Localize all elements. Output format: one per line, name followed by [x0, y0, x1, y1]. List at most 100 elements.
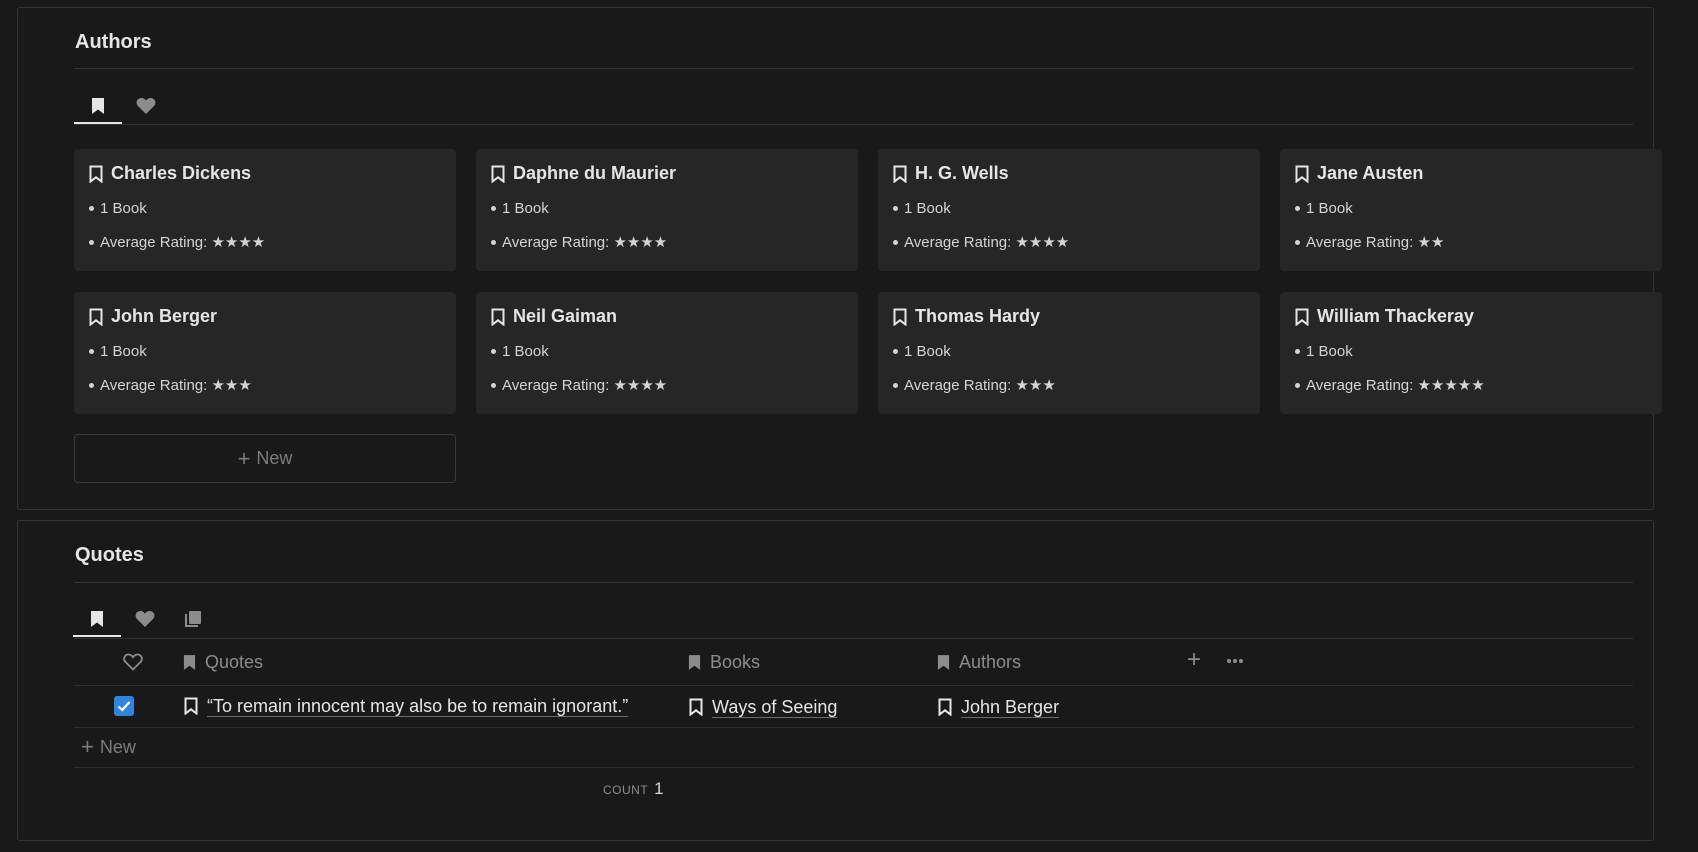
author-card-neil-gaiman[interactable]: Neil Gaiman 1 Book Average Rating: ★★★★ — [476, 292, 858, 414]
quote-text: “To remain innocent may also be to remai… — [207, 695, 629, 716]
tab-quotes-heart[interactable] — [121, 602, 169, 636]
bullet — [89, 239, 94, 245]
tab-authors-heart[interactable] — [122, 89, 170, 123]
bookmark-outline-icon — [689, 698, 703, 716]
average-rating: Average Rating: ★★ — [1306, 234, 1445, 251]
bookmark-outline-icon — [893, 308, 907, 326]
heart-icon — [135, 611, 155, 627]
checkmark-icon — [117, 701, 131, 712]
author-card-daphne-du-maurier[interactable]: Daphne du Maurier 1 Book Average Rating:… — [476, 149, 858, 271]
author-name: Daphne du Maurier — [513, 163, 677, 183]
average-rating: Average Rating: ★★★★ — [904, 234, 1070, 251]
bullet — [893, 349, 898, 354]
count-summary[interactable]: COUNT 1 — [603, 779, 664, 799]
column-header-authors-label: Authors — [959, 651, 1022, 672]
count-label: COUNT — [603, 783, 649, 797]
bookmark-outline-icon — [1295, 165, 1309, 183]
plus-icon: + — [1187, 646, 1202, 673]
average-rating: Average Rating: ★★★★ — [502, 234, 668, 251]
bullet — [89, 206, 94, 211]
bookmark-outline-icon — [491, 308, 505, 326]
authors-tab-divider — [74, 124, 1633, 125]
bullet — [893, 382, 898, 388]
bullet — [491, 239, 496, 245]
author-cell[interactable]: John Berger — [938, 694, 1059, 720]
bookmark-outline-icon — [184, 697, 198, 715]
bookmark-icon — [183, 654, 196, 670]
quote-cell[interactable]: “To remain innocent may also be to remai… — [184, 693, 628, 719]
book-count: 1 Book — [100, 343, 147, 360]
new-quote-button[interactable]: + New — [81, 734, 136, 760]
more-horizontal-icon — [1227, 659, 1243, 663]
quotes-title-divider — [74, 582, 1633, 583]
book-count: 1 Book — [100, 200, 147, 217]
more-options-button[interactable] — [1226, 647, 1253, 675]
author-name: Jane Austen — [1317, 163, 1424, 183]
author-name: William Thackeray — [1317, 306, 1474, 326]
plus-icon: + — [237, 445, 251, 471]
author-card-william-thackeray[interactable]: William Thackeray 1 Book Average Rating:… — [1280, 292, 1662, 414]
header-divider — [74, 685, 1633, 686]
bullet — [89, 382, 94, 388]
add-column-button[interactable]: + — [1187, 646, 1201, 674]
heart-icon — [136, 98, 156, 114]
column-header-books[interactable]: Books — [688, 648, 760, 676]
bullet — [491, 382, 496, 388]
row-divider — [74, 727, 1633, 728]
author-card-h-g-wells[interactable]: H. G. Wells 1 Book Average Rating: ★★★★ — [878, 149, 1260, 271]
new-quote-label: New — [99, 736, 136, 757]
new-author-button[interactable]: + New — [74, 434, 456, 483]
plus-icon: + — [81, 734, 94, 759]
bookmark-icon — [92, 98, 104, 114]
bullet — [1295, 349, 1300, 354]
bullet — [1295, 206, 1300, 211]
average-rating: Average Rating: ★★★★★ — [1306, 377, 1485, 394]
book-count: 1 Book — [904, 343, 951, 360]
bookmark-outline-icon — [938, 698, 952, 716]
book-count: 1 Book — [502, 200, 549, 217]
bullet — [491, 206, 496, 211]
author-name: Charles Dickens — [111, 163, 252, 183]
tab-quotes-bookmark[interactable] — [73, 602, 121, 637]
author-card-john-berger[interactable]: John Berger 1 Book Average Rating: ★★★ — [74, 292, 456, 414]
book-link[interactable]: Ways of Seeing — [712, 697, 837, 718]
bookmark-outline-icon — [89, 308, 103, 326]
author-name: John Berger — [111, 306, 218, 326]
author-link[interactable]: John Berger — [961, 697, 1059, 718]
quotes-title: Quotes — [75, 544, 144, 566]
author-card-thomas-hardy[interactable]: Thomas Hardy 1 Book Average Rating: ★★★ — [878, 292, 1260, 414]
book-count: 1 Book — [502, 343, 549, 360]
new-author-label: New — [256, 448, 293, 468]
bookmark-outline-icon — [893, 165, 907, 183]
authors-panel: Authors Charles Dickens 1 Book Average R… — [17, 7, 1662, 510]
column-header-quotes[interactable]: Quotes — [183, 648, 263, 676]
bullet — [1295, 239, 1300, 245]
book-count: 1 Book — [904, 200, 951, 217]
bullet — [893, 206, 898, 211]
author-card-charles-dickens[interactable]: Charles Dickens 1 Book Average Rating: ★… — [74, 149, 456, 271]
bullet — [491, 349, 496, 354]
tab-quotes-pages[interactable] — [169, 602, 217, 636]
book-count: 1 Book — [1306, 343, 1353, 360]
column-header-authors[interactable]: Authors — [937, 648, 1021, 676]
column-header-quotes-label: Quotes — [205, 651, 264, 672]
bullet — [1295, 382, 1300, 388]
bookmark-outline-icon — [491, 165, 505, 183]
bookmark-icon — [91, 611, 103, 627]
tab-authors-bookmark[interactable] — [74, 89, 122, 124]
author-name: Thomas Hardy — [915, 306, 1041, 326]
bookmark-outline-icon — [1295, 308, 1309, 326]
author-card-jane-austen[interactable]: Jane Austen 1 Book Average Rating: ★★ — [1280, 149, 1662, 271]
heart-outline-icon — [123, 653, 143, 671]
column-header-books-label: Books — [710, 651, 761, 672]
footer-divider — [74, 767, 1633, 768]
favorite-checkbox[interactable] — [114, 696, 134, 716]
average-rating: Average Rating: ★★★★ — [502, 377, 668, 394]
bullet — [89, 349, 94, 354]
book-count: 1 Book — [1306, 200, 1353, 217]
book-cell[interactable]: Ways of Seeing — [689, 694, 837, 720]
column-header-favorite[interactable] — [123, 648, 152, 676]
average-rating: Average Rating: ★★★★ — [100, 234, 266, 251]
author-name: Neil Gaiman — [513, 306, 618, 326]
authors-title-divider — [74, 68, 1633, 69]
